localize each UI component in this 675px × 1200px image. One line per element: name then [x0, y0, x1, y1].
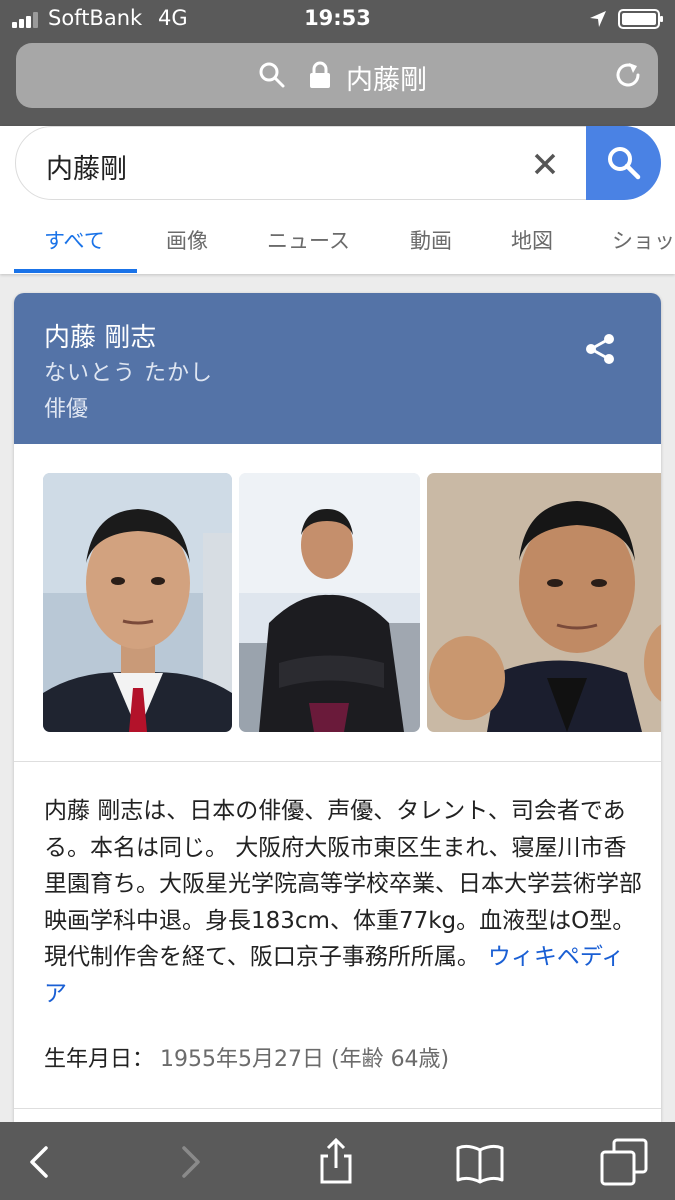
search-icon	[259, 62, 285, 88]
search-header: 内藤剛 すべて 画像 ニュース 動画 地図 ショッ	[0, 126, 675, 274]
status-bar: SoftBank 4G 19:53	[0, 0, 675, 38]
search-tabs: すべて 画像 ニュース 動画 地図 ショッ	[0, 222, 675, 274]
profile-photo[interactable]	[427, 473, 661, 732]
entity-reading: ないとう たかし	[44, 361, 213, 386]
clear-icon[interactable]	[532, 151, 558, 177]
browser-toolbar	[0, 1122, 675, 1200]
profile-photo[interactable]	[43, 473, 232, 732]
birth-date-label: 生年月日：	[44, 1047, 155, 1072]
profile-photo[interactable]	[239, 473, 420, 732]
divider	[14, 1108, 661, 1109]
tab-all[interactable]: すべて	[44, 225, 105, 255]
entity-name: 内藤 剛志	[44, 323, 157, 353]
address-bar[interactable]: 内藤剛	[16, 43, 658, 108]
search-button[interactable]	[586, 126, 661, 200]
location-arrow-icon	[590, 11, 606, 27]
tabs-icon[interactable]	[596, 1134, 652, 1190]
share-sheet-icon[interactable]	[308, 1134, 364, 1190]
lock-icon	[310, 61, 330, 88]
divider	[14, 761, 661, 762]
tab-news[interactable]: ニュース	[267, 225, 350, 255]
browser-top-bar: SoftBank 4G 19:53 内藤剛	[0, 0, 675, 126]
forward-icon[interactable]	[162, 1134, 218, 1190]
search-box[interactable]: 内藤剛	[15, 126, 661, 200]
knowledge-panel: 内藤 剛志 ないとう たかし 俳優 内藤 剛志は、日本の俳優、声優、タレント、司…	[14, 293, 661, 1123]
status-time: 19:53	[304, 6, 371, 30]
battery-icon	[618, 9, 663, 29]
tab-shopping[interactable]: ショッ	[612, 225, 675, 255]
panel-header: 内藤 剛志 ないとう たかし 俳優	[14, 293, 661, 444]
birth-date-row: 生年月日： 1955年5月27日 (年齢 64歳)	[44, 1041, 449, 1073]
url-text: 内藤剛	[346, 65, 427, 96]
share-icon[interactable]	[582, 331, 618, 367]
search-icon	[608, 147, 641, 180]
birth-date-value: 1955年5月27日 (年齢 64歳)	[160, 1047, 450, 1072]
entity-description: 内藤 剛志は、日本の俳優、声優、タレント、司会者である。本名は同じ。 大阪府大阪…	[44, 793, 644, 1012]
search-input[interactable]: 内藤剛	[46, 147, 127, 186]
bookmarks-icon[interactable]	[452, 1134, 508, 1190]
tab-maps[interactable]: 地図	[511, 225, 553, 255]
reload-icon[interactable]	[611, 58, 645, 92]
tab-videos[interactable]: 動画	[410, 225, 452, 255]
entity-type: 俳優	[44, 397, 89, 422]
tab-images[interactable]: 画像	[166, 225, 208, 255]
back-icon[interactable]	[12, 1134, 68, 1190]
active-tab-indicator	[14, 269, 137, 273]
